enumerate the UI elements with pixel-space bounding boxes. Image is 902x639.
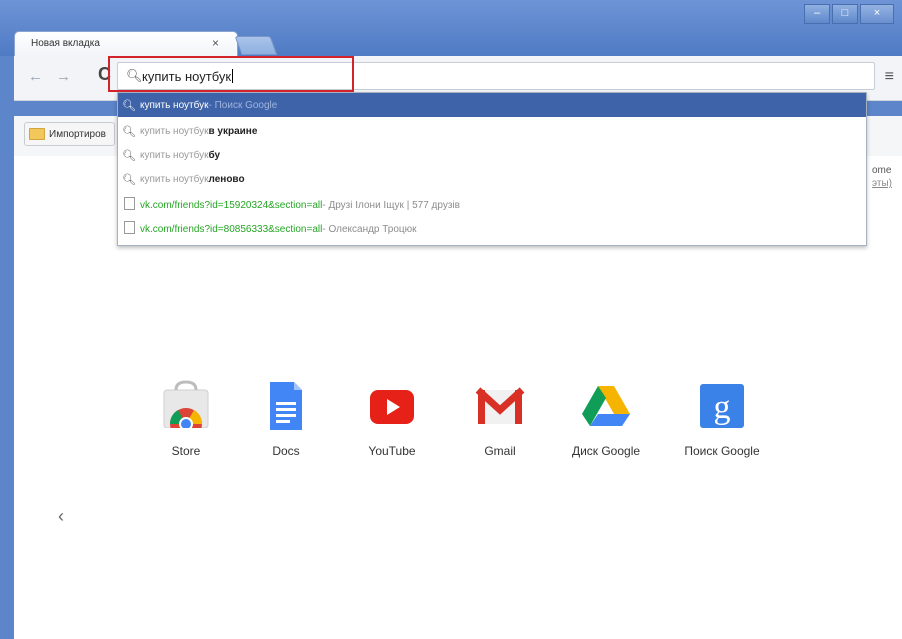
search-icon: 🔍︎ — [122, 149, 136, 162]
minimize-button[interactable]: – — [804, 4, 830, 24]
folder-icon — [29, 128, 45, 140]
suggestion-query: купить ноутбук — [140, 125, 209, 137]
suggestion-desc: - Олександр Троцюк — [322, 223, 417, 235]
youtube-icon — [366, 380, 418, 432]
google-drive-icon — [580, 380, 632, 432]
app-google-search[interactable]: g Поиск Google — [682, 380, 762, 458]
app-google-drive[interactable]: Диск Google — [566, 380, 646, 458]
apps-grid: Store Docs YouTube Gmail Диск Google g П… — [146, 380, 786, 480]
omnibox-suggestions: 🔍︎ купить ноутбук - Поиск Google 🔍︎ купи… — [117, 92, 867, 246]
suggestion-desc: - Поиск Google — [208, 99, 278, 111]
back-icon[interactable]: ← — [28, 68, 43, 85]
app-label: YouTube — [368, 444, 416, 458]
window-controls: – □ × — [804, 4, 894, 24]
suggestion-url: vk.com/friends?id=15920324&section=all — [140, 199, 323, 211]
tab-new-tab[interactable]: Новая вкладка × — [14, 31, 238, 56]
tab-close-icon[interactable]: × — [212, 36, 219, 50]
gmail-icon — [474, 380, 526, 432]
suggestion-item[interactable]: vk.com/friends?id=15920324&section=all -… — [118, 193, 866, 217]
search-icon: 🔍︎ — [122, 99, 136, 112]
suggestion-query: купить ноутбук — [140, 173, 209, 185]
title-bar: Новая вкладка × – □ × — [0, 0, 902, 56]
suggestion-completion: в украине — [208, 125, 258, 137]
suggestion-desc: - Друзі Ілони Іщук | 577 друзів — [322, 199, 460, 211]
store-icon — [160, 380, 212, 440]
suggestion-item[interactable]: vk.com/friends?id=80856333&section=all -… — [118, 217, 866, 241]
suggestion-item[interactable]: 🔍︎ купить ноутбук - Поиск Google — [118, 93, 866, 117]
suggestion-query: купить ноутбук — [140, 149, 209, 161]
suggestion-url: vk.com/friends?id=80856333&section=all — [140, 223, 323, 235]
app-youtube[interactable]: YouTube — [352, 380, 432, 458]
browser-window: Новая вкладка × – □ × ← → C 🔍︎ купить но… — [0, 0, 902, 639]
previous-page-chevron-icon[interactable]: ‹ — [58, 506, 64, 527]
suggestion-completion: леново — [208, 173, 245, 185]
forward-icon[interactable]: → — [56, 68, 71, 85]
close-button[interactable]: × — [860, 4, 894, 24]
app-gmail[interactable]: Gmail — [460, 380, 540, 458]
suggestion-item[interactable]: 🔍︎ купить ноутбук бу — [118, 143, 866, 167]
app-store[interactable]: Store — [146, 380, 226, 458]
app-label: Store — [171, 444, 201, 458]
suggestion-completion: бу — [208, 149, 221, 161]
docs-icon — [260, 380, 312, 432]
side-text-line1: ome — [872, 165, 892, 176]
maximize-button[interactable]: □ — [832, 4, 858, 24]
app-label: Диск Google — [571, 444, 641, 458]
address-bar-highlight-box — [108, 56, 354, 92]
side-text: ome эты) — [872, 164, 892, 190]
google-search-icon: g — [696, 380, 748, 432]
menu-icon[interactable]: ≡ — [885, 68, 894, 86]
svg-text:g: g — [714, 389, 731, 426]
suggestion-item[interactable]: 🔍︎ купить ноутбук в украине — [118, 119, 866, 143]
app-label: Поиск Google — [684, 444, 760, 458]
page-icon — [122, 197, 136, 213]
tab-title: Новая вкладка — [31, 38, 100, 49]
app-label: Docs — [272, 444, 300, 458]
page-icon — [122, 221, 136, 237]
search-icon: 🔍︎ — [122, 125, 136, 138]
suggestion-item[interactable]: 🔍︎ купить ноутбук леново — [118, 167, 866, 191]
suggestion-query: купить ноутбук — [140, 99, 209, 111]
search-icon: 🔍︎ — [122, 173, 136, 186]
app-docs[interactable]: Docs — [246, 380, 326, 458]
bookmark-imported-folder[interactable]: Импортиров — [24, 122, 115, 146]
new-tab-button[interactable] — [234, 36, 278, 55]
side-text-line2[interactable]: эты) — [872, 177, 892, 190]
app-label: Gmail — [484, 444, 516, 458]
bookmark-label: Импортиров — [49, 128, 106, 140]
